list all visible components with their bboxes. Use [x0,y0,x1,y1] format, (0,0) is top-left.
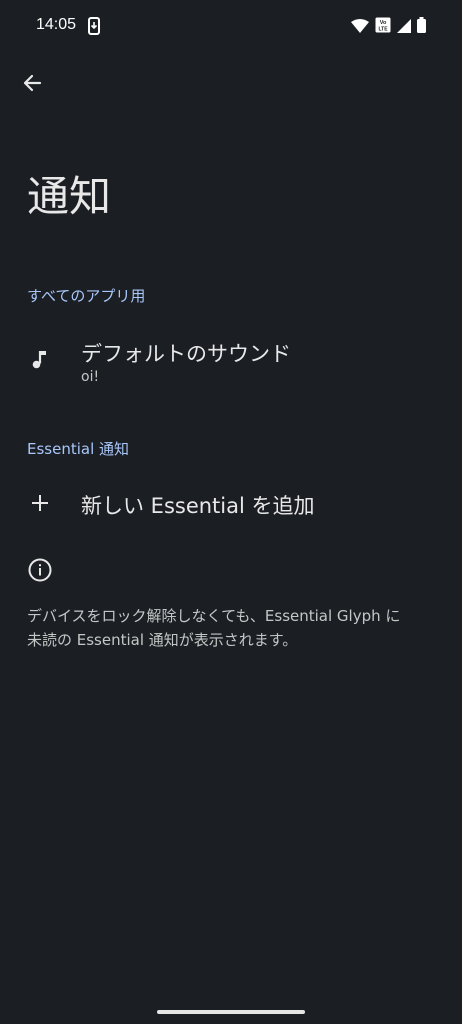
battery-icon [417,17,426,37]
add-essential-title: 新しい Essential を追加 [81,494,315,518]
add-essential-row[interactable]: 新しい Essential を追加 [0,478,462,528]
plus-icon [28,491,52,519]
section-header-all-apps: すべてのアプリ用 [27,287,146,305]
info-description: デバイスをロック解除しなくても、Essential Glyph に 未読の Es… [27,604,427,652]
wifi-icon [351,18,369,37]
page-title: 通知 [27,172,112,221]
music-note-icon [28,348,52,376]
status-icons: Vo LTE [351,17,426,37]
status-time: 14:05 [36,16,77,33]
info-line-1: デバイスをロック解除しなくても、Essential Glyph に [27,607,401,625]
arrow-left-icon [22,73,42,97]
volte-badge-bottom: LTE [378,27,388,33]
info-icon [27,557,53,587]
volte-icon: Vo LTE [375,17,391,37]
status-bar: 14:05 Vo LTE [0,0,462,52]
cellular-signal-icon [397,18,411,37]
home-indicator[interactable] [157,1010,305,1014]
volte-badge-top: Vo [380,20,387,26]
back-button[interactable] [16,69,48,101]
default-sound-title: デフォルトのサウンド [81,342,291,366]
default-sound-row[interactable]: デフォルトのサウンド oi! [0,326,462,402]
info-line-2: 未読の Essential 通知が表示されます。 [27,631,298,649]
default-sound-summary: oi! [81,369,100,385]
notification-download-icon [88,17,100,39]
section-header-essential: Essential 通知 [27,440,130,458]
